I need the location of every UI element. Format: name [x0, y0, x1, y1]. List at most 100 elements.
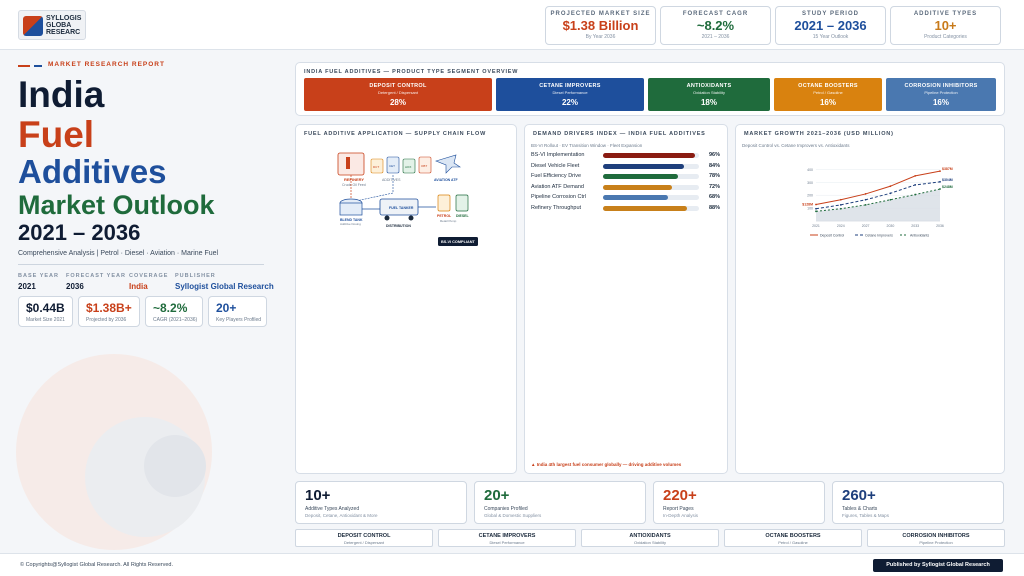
stat-sub: 15 Year Outlook	[812, 34, 849, 40]
driver-bar-fill	[603, 195, 669, 200]
title-line-3: Additives	[18, 153, 167, 190]
segment-octane-boosters[interactable]: OCTANE BOOSTERS Petrol / Gasoline 16%	[774, 78, 882, 111]
additives-label: ADDITIVES	[382, 178, 401, 182]
stat-label: ADDITIVE TYPES	[913, 11, 978, 17]
logo-text: SYLLOGIS GLOBA RESEARC	[46, 15, 86, 36]
segment-name: DEPOSIT CONTROL	[369, 83, 427, 89]
drum-label-3: AOX	[405, 165, 411, 169]
x-tick-label: 2024	[837, 224, 845, 228]
retail-label: Retail Pump	[440, 219, 457, 223]
aviation-label: AVIATION ATF	[434, 178, 458, 182]
segment-cetane-improvers[interactable]: CETANE IMPROVERS Diesel Performance 22%	[496, 78, 644, 111]
driver-row: Aviation ATF Demand 72%	[531, 184, 721, 192]
driver-label: Aviation ATF Demand	[531, 183, 584, 190]
driver-bar-track	[603, 195, 699, 200]
strip-desc: Pipeline Protection	[919, 540, 953, 545]
segment-desc: Oxidation Stability	[692, 90, 725, 95]
panel-title: DEMAND DRIVERS INDEX — INDIA FUEL ADDITI…	[533, 131, 706, 137]
series-point	[864, 203, 867, 206]
drum-label-4: OBT	[421, 164, 427, 168]
series-point	[839, 207, 842, 210]
driver-label: Refinery Throughput	[531, 204, 582, 211]
series-point	[889, 192, 892, 195]
series-point	[939, 180, 941, 183]
mini-card-projected: $1.38B+ Projected by 2036	[78, 296, 140, 327]
logo-icon	[23, 16, 43, 36]
mini-card-cagr: ~8.2% CAGR (2021–2036)	[145, 296, 203, 327]
segment-deposit-control[interactable]: DEPOSIT CONTROL Detergent / Dispersant 2…	[304, 78, 492, 111]
stat-card-market-size: PROJECTED MARKET SIZE $1.38 Billion By Y…	[545, 6, 656, 45]
driver-value: 72%	[709, 183, 721, 190]
strip-octane-boosters[interactable]: OCTANE BOOSTERS Petrol / Gasoline	[724, 529, 862, 547]
strip-deposit-control[interactable]: DEPOSIT CONTROL Detergent / Dispersant	[295, 529, 433, 547]
stat-card-cagr: FORECAST CAGR ~8.2% 2021 – 2036	[660, 6, 771, 45]
copyright-text: © Copyrights@Syllogist Global Research. …	[20, 562, 174, 568]
stat-value: $1.38 Billion	[562, 18, 639, 33]
drivers-subtitle: BS-VI Rollout · EV Transition Window · F…	[531, 143, 643, 148]
panel-title: MARKET GROWTH 2021–2036 (USD MILLION)	[744, 131, 894, 137]
y-tick-label: 400	[807, 168, 813, 172]
kpi-value: 260+	[842, 487, 876, 504]
mini-value: 20+	[216, 301, 237, 315]
x-tick-label: 2030	[887, 224, 895, 228]
stat-card-study-period: STUDY PERIOD 2021 – 2036 15 Year Outlook	[775, 6, 886, 45]
blend-tank-sub: Additive Dosing	[340, 222, 361, 226]
series-point	[914, 184, 917, 186]
kpi-sub: Companies Profiled	[484, 506, 528, 512]
mini-value: $0.44B	[26, 301, 65, 315]
drum-label-1: DCT	[373, 165, 379, 169]
series-point	[839, 203, 842, 206]
mini-value: ~8.2%	[153, 301, 188, 315]
logo[interactable]: SYLLOGIS GLOBA RESEARC	[18, 10, 86, 40]
driver-value: 88%	[709, 204, 721, 211]
strip-desc: Detergent / Dispersant	[343, 540, 385, 545]
panel-title: FUEL ADDITIVE APPLICATION — SUPPLY CHAIN…	[304, 131, 487, 137]
driver-bar-fill	[603, 163, 684, 169]
driver-row: BS-VI Implementation 96%	[531, 152, 721, 160]
series-point	[939, 188, 941, 190]
strip-corrosion-inhibitors[interactable]: CORROSION INHIBITORS Pipeline Protection	[867, 529, 1005, 547]
series-point	[939, 170, 941, 173]
report-tag: MARKET RESEARCH REPORT	[48, 61, 165, 68]
kpi-sub: Report Pages	[663, 506, 694, 512]
start-value-label: $128M	[802, 203, 813, 207]
diesel-label: DIESEL	[456, 214, 470, 218]
strip-name: ANTIOXIDANTS	[629, 533, 671, 539]
legend-label: Antioxidants	[910, 234, 929, 238]
driver-bar-track	[603, 205, 699, 211]
series-point	[864, 193, 867, 195]
footer: © Copyrights@Syllogist Global Research. …	[0, 553, 1024, 576]
supply-chain-diagram: REFINERY Crude Oil Feed DCT CET AOX OBT …	[337, 152, 478, 246]
kpi-sub2: In-Depth Analysis	[663, 513, 699, 518]
distribution-label: DISTRIBUTION	[386, 224, 411, 228]
strip-antioxidants[interactable]: ANTIOXIDANTS Oxidation Stability	[581, 529, 719, 547]
strip-cetane-improvers[interactable]: CETANE IMPROVERS Diesel Performance	[438, 529, 576, 547]
publisher-button[interactable]: Published by Syllogist Global Research	[873, 559, 1003, 572]
meta-label: PUBLISHER	[175, 273, 216, 279]
meta-value: Syllogist Global Research	[175, 282, 274, 291]
kpi-value: 10+	[305, 487, 331, 504]
strip-desc: Oxidation Stability	[633, 540, 666, 545]
header: SYLLOGIS GLOBA RESEARC PROJECTED MARKET …	[0, 0, 1024, 50]
series-point	[889, 198, 892, 201]
driver-label: Fuel Efficiency Drive	[531, 173, 582, 179]
drivers-footnote: ▲ India 4th largest fuel consumer global…	[531, 462, 682, 467]
segment-pct: 16%	[932, 98, 949, 107]
refinery-icon	[337, 152, 365, 176]
hero-divider	[18, 264, 264, 265]
kpi-report-pages: 220+ Report Pages In-Depth Analysis	[653, 481, 825, 524]
driver-value: 96%	[709, 152, 721, 158]
y-tick-label: 200	[807, 194, 813, 198]
driver-bar-track	[603, 174, 699, 179]
bs-vi-badge-label: BS-VI COMPLIANT	[441, 240, 475, 244]
series-point	[815, 210, 817, 213]
x-tick-label: 2027	[862, 224, 870, 228]
stat-label: FORECAST CAGR	[682, 11, 749, 17]
mini-sub: Projected by 2036	[86, 317, 127, 323]
supply-chain-panel: FUEL ADDITIVE APPLICATION — SUPPLY CHAIN…	[295, 124, 517, 474]
segment-antioxidants[interactable]: ANTIOXIDANTS Oxidation Stability 18%	[648, 78, 770, 111]
driver-value: 78%	[709, 173, 721, 179]
kpi-sub2: Deposit, Cetane, Antioxidant & More	[305, 513, 378, 518]
x-tick-label: 2036	[936, 224, 944, 228]
segment-corrosion-inhibitors[interactable]: CORROSION INHIBITORS Pipeline Protection…	[886, 78, 996, 111]
